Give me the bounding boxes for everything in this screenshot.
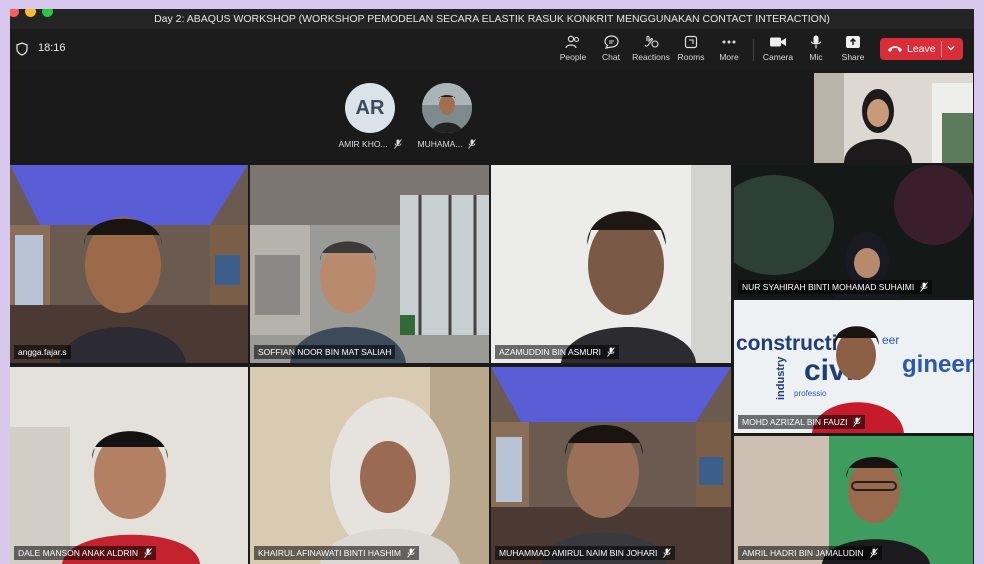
- video-feed: [734, 436, 973, 564]
- participant-name: DALE MANSON ANAK ALDRIN: [18, 548, 138, 558]
- participant-name: MOHD AZRIZAL BIN FAUZI: [742, 417, 848, 427]
- video-feed: [250, 165, 489, 363]
- video-feed: [491, 165, 731, 363]
- video-feed: constructi civil gineering industry prof…: [734, 300, 973, 433]
- avatar: [422, 83, 472, 133]
- maximize-window-button[interactable]: [42, 9, 53, 17]
- video-tile[interactable]: KHAIRUL AFINAWATI BINTI HASHIM: [250, 367, 489, 564]
- camera-icon: [770, 37, 786, 47]
- mic-muted-icon: [607, 347, 615, 357]
- rooms-label: Rooms: [677, 52, 705, 62]
- chat-icon: [603, 35, 619, 49]
- participant-name: AMIR KHO...: [330, 139, 410, 149]
- participant-name: SOFFIAN NOOR BIN MAT SALIAH: [258, 347, 392, 357]
- video-tile[interactable]: angga.fajar.s: [10, 165, 248, 363]
- participant-nameplate: MOHD AZRIZAL BIN FAUZI: [738, 415, 866, 429]
- more-icon: [722, 40, 736, 44]
- leave-button[interactable]: Leave: [880, 38, 963, 60]
- participant-name: angga.fajar.s: [18, 347, 67, 357]
- participant-name: AMRIL HADRI BIN JAMALUDIN: [742, 548, 864, 558]
- participant-nameplate: AZAMUDDIN BIN ASMURI: [495, 345, 620, 359]
- chevron-down-icon[interactable]: [946, 43, 956, 53]
- mic-label: Mic: [809, 52, 823, 62]
- more-button[interactable]: More: [705, 35, 753, 69]
- bg-word-eer: eer: [882, 333, 899, 347]
- participant-name: KHAIRUL AFINAWATI BINTI HASHIM: [258, 548, 401, 558]
- hang-up-icon: [888, 46, 902, 52]
- participant-nameplate: AMRIL HADRI BIN JAMALUDIN: [738, 546, 882, 560]
- video-tile[interactable]: MUHAMMAD AMIRUL NAIM BIN JOHARI: [491, 367, 731, 564]
- meeting-timer: 18:16: [38, 42, 66, 54]
- participant-name: MUHAMA...: [407, 139, 487, 149]
- bg-word-industry: industry: [775, 356, 787, 400]
- mic-muted-icon: [393, 139, 402, 149]
- video-feed: [734, 165, 973, 298]
- participant-name: MUHAMMAD AMIRUL NAIM BIN JOHARI: [499, 548, 658, 558]
- reactions-label: Reactions: [632, 52, 670, 62]
- participant-nameplate: KHAIRUL AFINAWATI BINTI HASHIM: [254, 546, 419, 560]
- avatar: AR: [345, 83, 395, 133]
- participant-name-text: MUHAMA...: [417, 139, 463, 149]
- video-tile[interactable]: AMRIL HADRI BIN JAMALUDIN: [734, 436, 973, 564]
- participant-nameplate: angga.fajar.s: [14, 345, 71, 359]
- profile-photo: [422, 83, 472, 133]
- mic-muted-icon: [144, 548, 152, 558]
- zoom-window: Day 2: ABAQUS WORKSHOP (WORKSHOP PEMODEL…: [10, 9, 974, 564]
- people-label: People: [559, 52, 587, 62]
- video-feed: [10, 367, 248, 564]
- bg-word-professio: professio: [794, 389, 827, 398]
- close-window-button[interactable]: [10, 9, 19, 17]
- participant-name: AZAMUDDIN BIN ASMURI: [499, 347, 602, 357]
- video-feed: [250, 367, 489, 564]
- bg-word-engineering: gineering: [902, 351, 973, 378]
- participant-nameplate: NUR SYAHIRAH BINTI MOHAMAD SUHAIMI: [738, 280, 933, 294]
- rooms-icon: [684, 35, 698, 49]
- self-view-tile[interactable]: [814, 73, 973, 163]
- camera-label: Camera: [762, 52, 794, 62]
- video-feed: [10, 165, 248, 363]
- participant-avatar-tile[interactable]: MUHAMA...: [407, 83, 487, 149]
- window-controls: [10, 9, 53, 17]
- video-tile[interactable]: NUR SYAHIRAH BINTI MOHAMAD SUHAIMI: [734, 165, 973, 298]
- mic-muted-icon: [853, 417, 862, 427]
- participant-name: NUR SYAHIRAH BINTI MOHAMAD SUHAIMI: [742, 282, 915, 292]
- leave-divider: [941, 41, 942, 57]
- shield-icon[interactable]: [16, 42, 28, 56]
- participant-nameplate: SOFFIAN NOOR BIN MAT SALIAH: [254, 345, 396, 359]
- participant-nameplate: DALE MANSON ANAK ALDRIN: [14, 546, 156, 560]
- mic-muted-icon: [407, 548, 415, 558]
- video-tile[interactable]: DALE MANSON ANAK ALDRIN: [10, 367, 248, 564]
- self-video-feed: [814, 73, 973, 163]
- video-feed: [491, 367, 731, 564]
- share-button[interactable]: Share: [829, 35, 877, 69]
- mic-icon: [810, 35, 822, 49]
- minimize-window-button[interactable]: [25, 9, 36, 17]
- participant-nameplate: MUHAMMAD AMIRUL NAIM BIN JOHARI: [495, 546, 676, 560]
- bg-word-construction: constructi: [736, 332, 838, 355]
- video-tile[interactable]: constructi civil gineering industry prof…: [734, 300, 973, 433]
- leave-label: Leave: [907, 43, 936, 55]
- chat-label: Chat: [602, 52, 620, 62]
- title-bar: Day 2: ABAQUS WORKSHOP (WORKSHOP PEMODEL…: [10, 9, 974, 29]
- mic-muted-icon: [468, 139, 477, 149]
- people-icon: [565, 35, 580, 49]
- mic-muted-icon: [663, 548, 672, 558]
- avatar-initials: AR: [355, 97, 385, 119]
- participant-name-text: AMIR KHO...: [338, 139, 388, 149]
- mic-muted-icon: [920, 282, 929, 292]
- meeting-title: Day 2: ABAQUS WORKSHOP (WORKSHOP PEMODEL…: [154, 13, 830, 25]
- meeting-toolbar: 18:16 People Chat Reactions Rooms More C…: [10, 29, 974, 70]
- mic-muted-icon: [869, 548, 878, 558]
- participant-avatar-tile[interactable]: AR AMIR KHO...: [330, 83, 410, 149]
- video-tile[interactable]: SOFFIAN NOOR BIN MAT SALIAH: [250, 165, 489, 363]
- share-icon: [846, 36, 860, 48]
- more-label: More: [719, 52, 739, 62]
- video-tile[interactable]: AZAMUDDIN BIN ASMURI: [491, 165, 731, 363]
- reactions-icon: [644, 35, 659, 48]
- share-label: Share: [841, 52, 865, 62]
